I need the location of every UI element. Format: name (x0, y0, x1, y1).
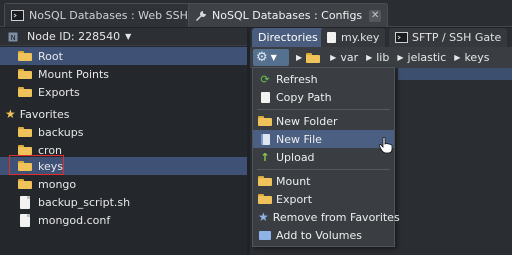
tab-configs[interactable]: NoSQL Databases : Configs ✕ (188, 3, 389, 27)
menu-item-upload[interactable]: ↑ Upload (253, 148, 394, 166)
menu-item-new-folder[interactable]: New Folder (253, 112, 394, 130)
wrench-icon (196, 10, 206, 21)
upload-icon: ↑ (260, 150, 270, 164)
tab-label: my.key (341, 31, 380, 44)
key-file-icon (327, 32, 336, 43)
menu-item-label: Export (276, 192, 313, 206)
menu-item-refresh[interactable]: ⟳ Refresh (253, 70, 394, 88)
tree-item-label: backup_script.sh (38, 195, 131, 209)
mount-icon (258, 174, 272, 188)
file-tree-panel: N Node ID: 228540 ▼ Root Mount Points Ex… (0, 28, 247, 255)
tree-item-root[interactable]: Root (0, 47, 247, 65)
node-icon: N (8, 32, 18, 42)
tree-item-exports[interactable]: Exports (0, 83, 247, 101)
breadcrumb: ▶ ▶ var ▶ lib ▶ jelastic ▶ keys (296, 51, 497, 64)
favorite-item-mongod-conf[interactable]: mongod.conf (0, 211, 247, 229)
menu-item-label: Add to Volumes (276, 228, 362, 242)
tree-item-mount-points[interactable]: Mount Points (0, 65, 247, 83)
terminal-icon (395, 32, 408, 43)
refresh-icon: ⟳ (260, 72, 270, 86)
menu-item-copy-path[interactable]: Copy Path (253, 88, 394, 106)
list-header (398, 68, 512, 80)
breadcrumb-item[interactable]: var (340, 51, 358, 64)
chevron-down-icon[interactable]: ▼ (125, 32, 131, 41)
svg-text:N: N (11, 34, 16, 42)
path-toolbar: ⚙ ▼ ▶ ▶ var ▶ lib ▶ jelastic ▶ keys (250, 47, 512, 68)
tab-web-ssh[interactable]: NoSQL Databases : Web SSH ✕ (4, 3, 214, 27)
menu-item-label: Remove from Favorites (272, 210, 400, 224)
new-file-icon (258, 132, 272, 146)
remove-favorite-icon: ★ (258, 210, 269, 224)
breadcrumb-item[interactable]: lib (376, 51, 389, 64)
file-icon (20, 195, 30, 209)
tab-label: Directories (258, 31, 318, 44)
chevron-right-icon: ▶ (397, 53, 404, 62)
favorite-item-backups[interactable]: backups (0, 123, 247, 141)
tree-item-label: Root (38, 49, 63, 63)
folder-icon[interactable] (306, 52, 321, 63)
folder-icon (18, 69, 32, 79)
menu-item-add-to-volumes[interactable]: Add to Volumes (253, 226, 394, 244)
tab-directories[interactable]: Directories (252, 28, 324, 47)
tab-label: NoSQL Databases : Configs (212, 9, 363, 22)
chevron-right-icon: ▶ (366, 53, 373, 62)
tab-my-key[interactable]: my.key (321, 28, 386, 47)
close-icon[interactable]: ✕ (369, 9, 382, 22)
copy-icon (258, 90, 272, 104)
menu-divider (257, 169, 390, 170)
tree-item-label: Mount Points (38, 67, 110, 81)
actions-menu-button[interactable]: ⚙ ▼ (253, 49, 289, 66)
menu-item-label: Upload (276, 150, 315, 164)
sub-tab-bar: Directories my.key SFTP / SSH Gate (250, 28, 512, 47)
folder-icon (18, 145, 32, 155)
tree-item-label: mongo (38, 177, 77, 191)
menu-item-new-file[interactable]: New File (253, 130, 394, 148)
favorites-label: Favorites (19, 107, 70, 121)
window-tab-bar: NoSQL Databases : Web SSH ✕ NoSQL Databa… (0, 0, 512, 27)
menu-item-label: Refresh (276, 72, 318, 86)
folder-icon (18, 127, 32, 137)
menu-item-remove-favorites[interactable]: ★ Remove from Favorites (253, 208, 400, 226)
menu-divider (257, 109, 390, 110)
node-label: Node ID: 228540 (27, 30, 121, 43)
folder-icon (18, 87, 32, 97)
menu-item-export[interactable]: Export (253, 190, 394, 208)
chevron-right-icon: ▶ (330, 53, 337, 62)
folder-icon (18, 51, 32, 61)
tab-label: NoSQL Databases : Web SSH (29, 9, 188, 22)
context-menu: ⟳ Refresh Copy Path New Folder New File … (252, 67, 400, 247)
menu-item-label: New File (276, 132, 322, 146)
terminal-icon (11, 10, 24, 21)
folder-icon (18, 179, 32, 189)
favorites-header[interactable]: ★ Favorites (0, 105, 247, 123)
favorite-item-mongo[interactable]: mongo (0, 175, 247, 193)
menu-item-label: Copy Path (276, 90, 332, 104)
breadcrumb-item[interactable]: keys (464, 51, 489, 64)
chevron-right-icon: ▶ (454, 53, 461, 62)
keys-highlight-box (9, 155, 64, 175)
tab-sftp-ssh-gate[interactable]: SFTP / SSH Gate (389, 28, 508, 47)
tree-item-label: backups (38, 125, 84, 139)
tab-label: SFTP / SSH Gate (412, 31, 502, 44)
menu-item-mount[interactable]: Mount (253, 172, 394, 190)
favorite-item-backup-script[interactable]: backup_script.sh (0, 193, 247, 211)
gear-icon: ⚙ (256, 50, 268, 65)
volumes-icon (258, 228, 272, 242)
menu-item-label: Mount (276, 174, 311, 188)
new-folder-icon (258, 114, 272, 128)
star-icon: ★ (5, 107, 16, 121)
breadcrumb-item[interactable]: jelastic (408, 51, 447, 64)
node-selector[interactable]: N Node ID: 228540 ▼ (0, 28, 247, 46)
export-icon (258, 192, 272, 206)
tree-item-label: Exports (38, 85, 80, 99)
file-icon (20, 213, 30, 227)
chevron-down-icon: ▼ (270, 53, 277, 62)
menu-item-label: New Folder (276, 114, 338, 128)
chevron-right-icon: ▶ (296, 53, 303, 62)
tree-item-label: mongod.conf (38, 213, 111, 227)
hand-cursor-icon (378, 137, 393, 154)
